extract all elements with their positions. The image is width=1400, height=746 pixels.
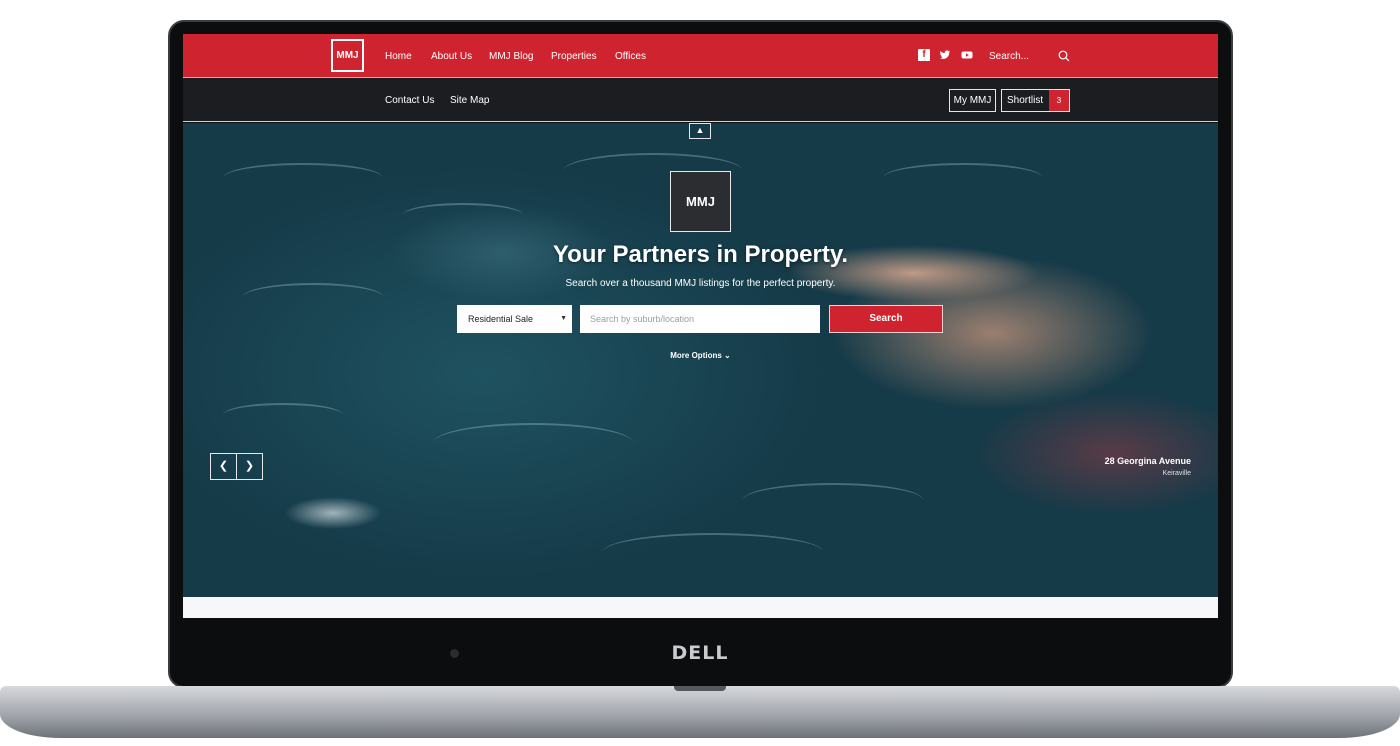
nav-about-us[interactable]: About Us: [431, 51, 472, 62]
slide-caption-street: 28 Georgina Avenue: [1104, 456, 1191, 466]
nav-home[interactable]: Home: [385, 51, 412, 62]
hero-title: Your Partners in Property.: [552, 241, 849, 268]
more-options-label: More Options: [670, 351, 722, 360]
collapse-nav-button[interactable]: ▲: [689, 123, 711, 139]
chevron-down-icon: ⌄: [724, 351, 731, 360]
search-icon[interactable]: [1058, 49, 1070, 62]
more-options-toggle[interactable]: More Options ⌄: [183, 351, 1218, 360]
slide-caption-suburb: Keiraville: [1162, 470, 1191, 477]
nav-site-map[interactable]: Site Map: [450, 95, 489, 106]
location-search-input[interactable]: [580, 305, 820, 333]
webcam: [450, 649, 459, 658]
nav-mmj-blog[interactable]: MMJ Blog: [489, 51, 533, 62]
nav-offices[interactable]: Offices: [615, 51, 646, 62]
facebook-icon[interactable]: f: [918, 49, 930, 61]
slide-prev-button[interactable]: ❮: [210, 453, 237, 480]
screen: MMJ Home About Us MMJ Blog Properties Of…: [183, 34, 1218, 618]
nav-properties[interactable]: Properties: [551, 51, 597, 62]
hero-subtitle: Search over a thousand MMJ listings for …: [565, 278, 836, 289]
youtube-icon[interactable]: [961, 49, 973, 61]
water-ripple: [743, 483, 923, 517]
water-ripple: [223, 163, 383, 193]
site-logo-text: MMJ: [336, 50, 359, 61]
water-ripple: [883, 163, 1043, 193]
shortlist-count-badge: 3: [1049, 90, 1069, 111]
twitter-icon[interactable]: [939, 49, 951, 61]
search-field[interactable]: Search...: [989, 51, 1029, 62]
hero-logo-text: MMJ: [686, 193, 715, 209]
laptop-notch: [674, 686, 726, 691]
slide-next-button[interactable]: ❯: [236, 453, 263, 480]
my-mmj-button[interactable]: My MMJ: [949, 89, 996, 112]
chevron-up-icon: ▲: [695, 125, 705, 135]
shortlist-label: Shortlist: [1007, 95, 1044, 106]
water-ripple: [603, 533, 823, 571]
listing-type-value: Residential Sale: [468, 314, 534, 324]
nav-contact-us[interactable]: Contact Us: [385, 95, 434, 106]
water-ripple: [433, 423, 633, 463]
shortlist-button[interactable]: Shortlist 3: [1001, 89, 1070, 112]
site-logo[interactable]: MMJ: [331, 39, 364, 72]
search-button[interactable]: Search: [829, 305, 943, 333]
listing-type-select[interactable]: Residential Sale ▼: [457, 305, 572, 333]
secondary-nav: Contact Us Site Map My MMJ Shortlist 3: [183, 78, 1218, 122]
laptop-brand-logo: DELL: [671, 642, 729, 664]
laptop-base: [0, 686, 1400, 738]
water-ripple: [223, 403, 343, 427]
content-area: [183, 597, 1218, 618]
hero-logo: MMJ: [670, 171, 731, 232]
chevron-left-icon: ❮: [218, 460, 229, 472]
caret-down-icon: ▼: [560, 315, 567, 322]
water-ripple: [403, 203, 523, 227]
top-nav: MMJ Home About Us MMJ Blog Properties Of…: [183, 34, 1218, 78]
chevron-right-icon: ❯: [244, 460, 255, 472]
